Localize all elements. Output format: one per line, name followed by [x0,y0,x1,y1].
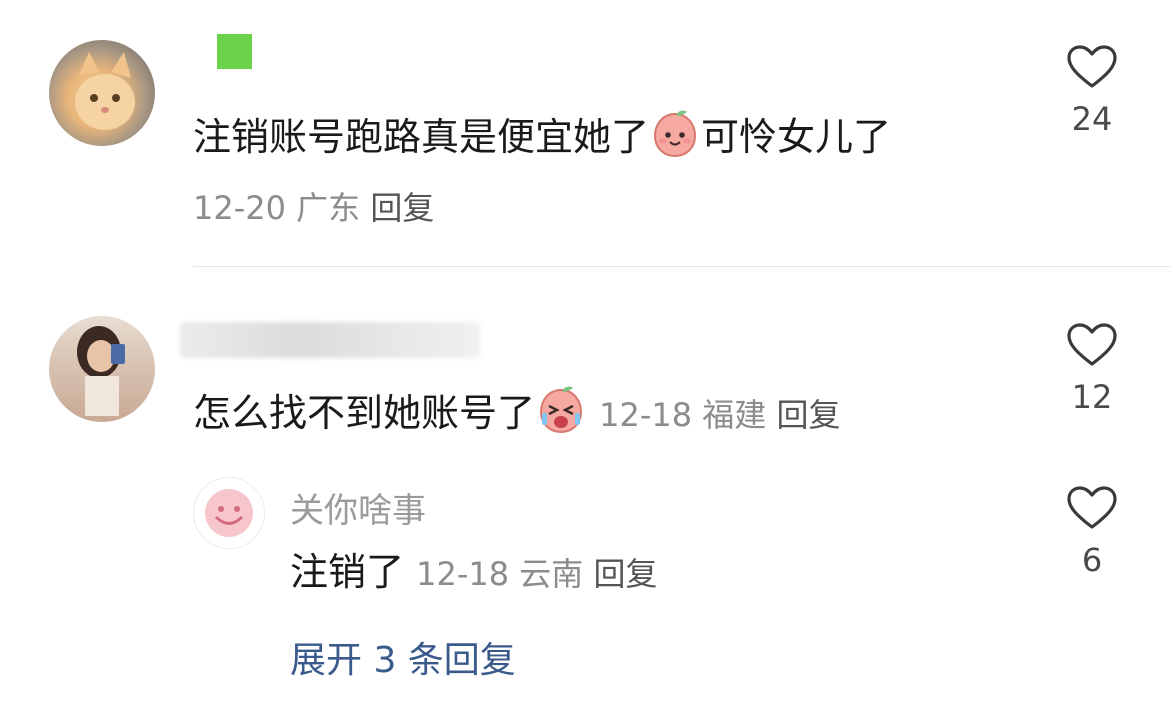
comment-location: 广东 [296,189,361,227]
crying-peach-emoji [535,384,587,447]
username-blurred[interactable] [217,34,252,69]
like-count: 6 [1081,541,1103,579]
reply-text: 注销了 12-18 云南 回复 [290,550,658,594]
reply-button[interactable]: 回复 [593,555,657,593]
comment-date: 12-18 [599,396,693,434]
heart-outline-icon[interactable] [1066,44,1118,90]
like-button[interactable]: 12 [1062,322,1122,416]
like-count: 12 [1071,378,1113,416]
like-button[interactable]: 6 [1062,485,1122,579]
comment-date: 12-20 [193,189,286,227]
divider [193,266,1170,267]
reply-button[interactable]: 回复 [370,189,434,227]
comment-text: 注销账号跑路真是便宜她了 可怜女儿了 [193,108,891,171]
username-blurred[interactable] [180,322,480,358]
comment-meta: 12-20 广东 回复 [193,183,434,229]
comment-location: 福建 [702,396,767,434]
expand-replies-link[interactable]: 展开 3 条回复 [290,631,516,683]
reply-button[interactable]: 回复 [776,396,840,434]
smiling-peach-emoji [649,108,701,171]
comment-text: 怎么找不到她账号了 12-18 福建 回复 [193,384,840,447]
reply-location: 云南 [519,555,584,593]
reply-username[interactable]: 关你啥事 [290,483,426,532]
reply-date: 12-18 [416,555,510,593]
avatar[interactable] [49,40,155,146]
like-count: 24 [1071,100,1113,138]
heart-outline-icon[interactable] [1066,485,1118,531]
like-button[interactable]: 24 [1062,44,1122,138]
avatar[interactable] [49,316,155,422]
avatar[interactable] [193,477,265,549]
heart-outline-icon[interactable] [1066,322,1118,368]
